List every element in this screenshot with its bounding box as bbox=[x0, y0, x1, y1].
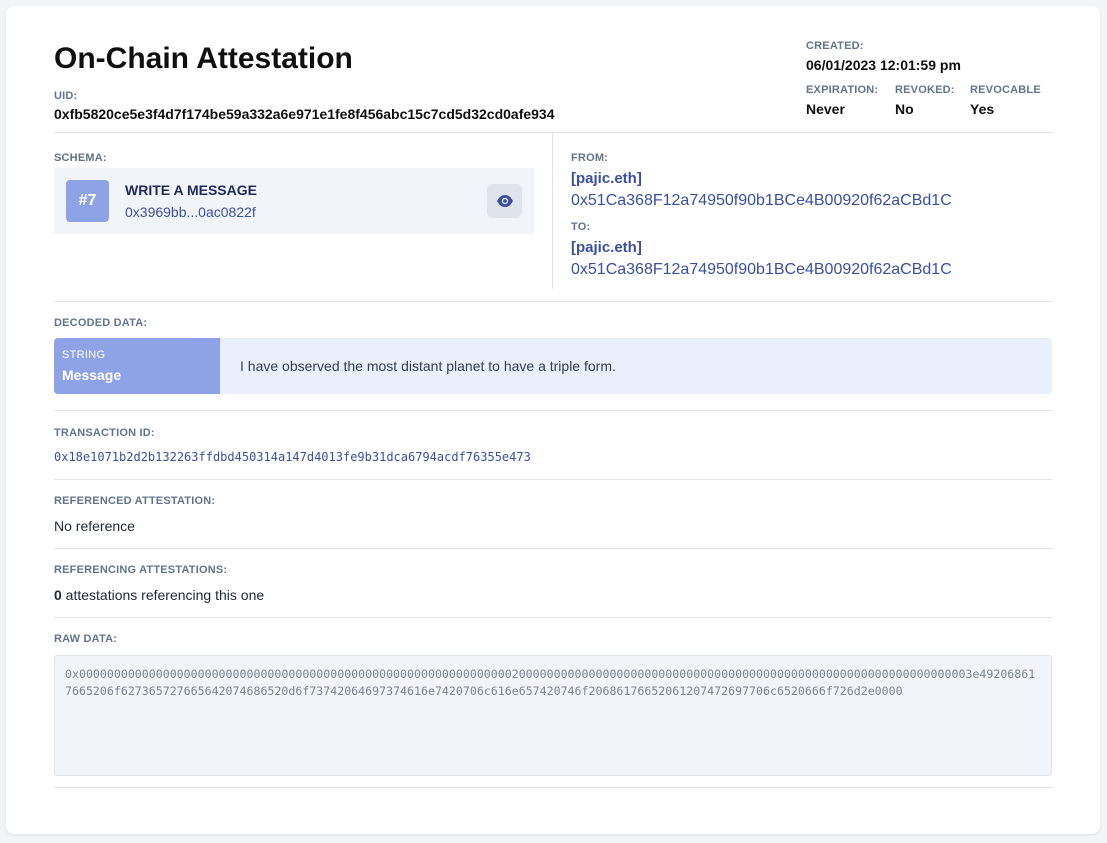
referenced-attestation-label: REFERENCED ATTESTATION: bbox=[54, 495, 216, 507]
divider bbox=[54, 617, 1052, 618]
page-title: On-Chain Attestation bbox=[54, 42, 353, 75]
expiration-value: Never bbox=[806, 101, 845, 117]
eye-icon bbox=[496, 195, 513, 207]
view-schema-button[interactable] bbox=[487, 184, 522, 218]
raw-data-box[interactable]: 0x00000000000000000000000000000000000000… bbox=[54, 655, 1052, 776]
created-label: CREATED: bbox=[806, 40, 864, 52]
schema-number-badge: #7 bbox=[66, 180, 109, 222]
divider bbox=[54, 548, 1052, 549]
field-value: I have observed the most distant planet … bbox=[240, 358, 616, 374]
referencing-attestations-label: REFERENCING ATTESTATIONS: bbox=[54, 564, 228, 576]
uid-value: 0xfb5820ce5e3f4d7f174be59a332a6e971e1fe8… bbox=[54, 106, 555, 122]
vertical-divider bbox=[552, 133, 553, 289]
referenced-attestation-value: No reference bbox=[54, 518, 135, 534]
revocable-value: Yes bbox=[970, 101, 995, 117]
schema-card[interactable]: #7 WRITE A MESSAGE 0x3969bb...0ac0822f bbox=[54, 168, 534, 234]
field-name: Message bbox=[62, 367, 122, 383]
raw-data-label: RAW DATA: bbox=[54, 633, 118, 645]
divider bbox=[54, 410, 1052, 411]
decoded-data-row: STRING Message I have observed the most … bbox=[54, 338, 1052, 394]
to-ens-link[interactable]: [pajic.eth] bbox=[571, 239, 642, 256]
divider bbox=[54, 301, 1052, 302]
revocable-label: REVOCABLE bbox=[970, 84, 1041, 96]
uid-label: UID: bbox=[54, 90, 78, 102]
decoded-field-type: STRING Message bbox=[54, 338, 220, 394]
revoked-value: No bbox=[895, 101, 914, 117]
transaction-id-label: TRANSACTION ID: bbox=[54, 427, 155, 439]
from-address-link[interactable]: 0x51Ca368F12a74950f90b1BCe4B00920f62aCBd… bbox=[571, 192, 952, 210]
to-address-link[interactable]: 0x51Ca368F12a74950f90b1BCe4B00920f62aCBd… bbox=[571, 261, 952, 279]
expiration-label: EXPIRATION: bbox=[806, 84, 879, 96]
decoded-data-label: DECODED DATA: bbox=[54, 317, 148, 329]
transaction-id-link[interactable]: 0x18e1071b2d2b132263ffdbd450314a147d4013… bbox=[54, 450, 531, 464]
schema-address-link[interactable]: 0x3969bb...0ac0822f bbox=[125, 204, 256, 220]
referencing-count: 0 bbox=[54, 587, 62, 603]
attestation-card: On-Chain Attestation UID: 0xfb5820ce5e3f… bbox=[6, 6, 1100, 834]
schema-name: WRITE A MESSAGE bbox=[125, 182, 257, 198]
created-value: 06/01/2023 12:01:59 pm bbox=[806, 57, 961, 73]
schema-label: SCHEMA: bbox=[54, 152, 107, 164]
to-label: TO: bbox=[571, 221, 591, 233]
divider bbox=[54, 787, 1052, 788]
divider bbox=[54, 479, 1052, 480]
field-type: STRING bbox=[62, 349, 106, 361]
from-ens-link[interactable]: [pajic.eth] bbox=[571, 170, 642, 187]
referencing-attestations-text: 0 attestations referencing this one bbox=[54, 587, 264, 603]
from-label: FROM: bbox=[571, 152, 609, 164]
referencing-suffix: attestations referencing this one bbox=[61, 587, 265, 603]
divider bbox=[54, 132, 1052, 133]
revoked-label: REVOKED: bbox=[895, 84, 955, 96]
